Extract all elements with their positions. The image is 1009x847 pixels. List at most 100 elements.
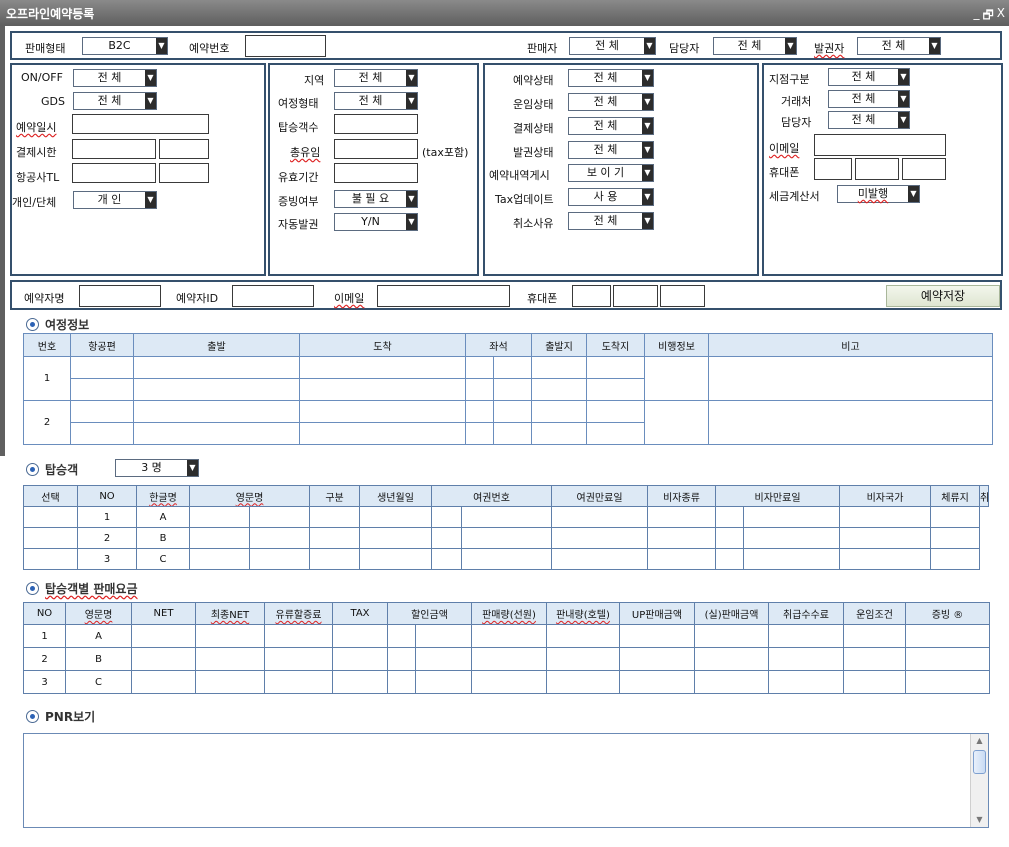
phone-part1-input[interactable] [814, 158, 852, 180]
email-input[interactable] [814, 134, 946, 156]
cancel-reason-select[interactable]: 전 체 ▼ [568, 212, 654, 230]
resv-post-label: 예약내역게시 [489, 169, 550, 182]
phone-part2-input[interactable] [855, 158, 899, 180]
table-row: 2 B [23, 527, 989, 549]
booker-email-input[interactable] [377, 285, 510, 307]
seller-label: 판매자 [527, 42, 558, 55]
booker-phone-part1-input[interactable] [572, 285, 611, 307]
pnr-scrollbar[interactable]: ▲ ▼ [970, 734, 988, 827]
airline-tl-label: 항공사TL [16, 171, 60, 184]
resv-status-select[interactable]: 전 체 ▼ [568, 69, 654, 87]
dropdown-arrow-icon: ▼ [642, 118, 653, 134]
filter-panel-3: 예약상태 전 체 ▼ 운임상태 전 체 ▼ 결제상태 전 체 ▼ 발권상태 전 체 ▼ … [483, 63, 759, 276]
pay-status-select[interactable]: 전 체 ▼ [568, 117, 654, 135]
pax-count-input[interactable] [334, 114, 418, 134]
passenger-name: A [136, 506, 190, 528]
itinerary-header-seat: 좌석 [465, 333, 532, 357]
manager-select-2[interactable]: 전 체 ▼ [828, 111, 910, 129]
pax-type-select[interactable]: 개 인 ▼ [73, 191, 157, 209]
airline-tl-date-input[interactable] [72, 163, 156, 183]
issue-status-select[interactable]: 전 체 ▼ [568, 141, 654, 159]
issuer-label: 발권자 [814, 42, 845, 55]
booker-phone-part3-input[interactable] [660, 285, 705, 307]
booker-id-input[interactable] [232, 285, 314, 307]
invoice-select[interactable]: 미발행 ▼ [837, 185, 920, 203]
dropdown-arrow-icon: ▼ [785, 38, 796, 54]
itinerary-header-remarks: 비고 [708, 333, 993, 357]
booker-name-input[interactable] [79, 285, 161, 307]
manager-select[interactable]: 전 체 ▼ [713, 37, 797, 55]
fare-name: C [65, 670, 132, 694]
passenger-no: 2 [77, 527, 137, 549]
dropdown-arrow-icon: ▼ [406, 70, 417, 86]
top-filter-bar: 판매형태 B2C ▼ 예약번호 판매자 전 체 ▼ 담당자 전 체 ▼ 발권자 전 체… [10, 31, 1002, 60]
dropdown-arrow-icon: ▼ [406, 191, 417, 207]
itinerary-header-no: 번호 [23, 333, 71, 357]
booker-phone-part2-input[interactable] [613, 285, 658, 307]
dropdown-arrow-icon: ▼ [642, 94, 653, 110]
fare-name: B [65, 647, 132, 671]
pnr-section-title: PNR보기 [26, 708, 95, 725]
scroll-thumb[interactable] [973, 750, 986, 774]
passengers-header-birth: 생년월일 [359, 485, 433, 507]
radio-bullet-icon [26, 463, 39, 476]
fuel-label: 총유임 [290, 146, 321, 159]
dropdown-arrow-icon: ▼ [898, 69, 909, 85]
airline-tl-time-input[interactable] [159, 163, 209, 183]
valid-period-input[interactable] [334, 163, 418, 183]
sale-type-select[interactable]: B2C ▼ [82, 37, 168, 55]
minimize-icon[interactable]: _ [973, 6, 979, 27]
gds-select[interactable]: 전 체 ▼ [73, 92, 157, 110]
dropdown-arrow-icon: ▼ [929, 38, 940, 54]
tax-update-select[interactable]: 사 용 ▼ [568, 188, 654, 206]
passengers-header-korean-name: 한글명 [136, 485, 190, 507]
scroll-down-icon[interactable]: ▼ [971, 813, 988, 827]
restore-icon[interactable]: 🗗 [982, 6, 993, 27]
region-select[interactable]: 전 체 ▼ [334, 69, 418, 87]
scroll-up-icon[interactable]: ▲ [971, 734, 988, 748]
save-reservation-button[interactable]: 예약저장 [886, 285, 1000, 307]
resv-no-input[interactable] [245, 35, 326, 57]
pay-deadline-date-input[interactable] [72, 139, 156, 159]
gds-label: GDS [41, 95, 65, 108]
invoice-label: 세금계산서 [769, 190, 820, 203]
itinerary-header-origin: 출발지 [531, 333, 587, 357]
dropdown-arrow-icon: ▼ [187, 460, 198, 476]
dropdown-arrow-icon: ▼ [156, 38, 167, 54]
passengers-header-visa-country: 비자국가 [839, 485, 932, 507]
table-row: 1 [23, 356, 993, 401]
manager-label: 담당자 [669, 42, 700, 55]
itinerary-header-flight-info: 비행정보 [644, 333, 709, 357]
client-label: 거래처 [781, 95, 812, 108]
radio-bullet-icon [26, 582, 39, 595]
fares-header-net: NET [131, 602, 196, 625]
client-select[interactable]: 전 체 ▼ [828, 90, 910, 108]
onoff-select[interactable]: 전 체 ▼ [73, 69, 157, 87]
resv-post-select[interactable]: 보 이 기 ▼ [568, 164, 654, 182]
proof-select[interactable]: 불 필 요 ▼ [334, 190, 418, 208]
issue-status-label: 발권상태 [513, 146, 554, 159]
passenger-count-select[interactable]: 3 명 ▼ [115, 459, 199, 477]
branch-select[interactable]: 전 체 ▼ [828, 68, 910, 86]
fare-status-select[interactable]: 전 체 ▼ [568, 93, 654, 111]
dropdown-arrow-icon: ▼ [406, 214, 417, 230]
fares-table: NO 영문명 NET 최종NET 유류할증료 TAX 할인금액 판매량(선원) … [23, 602, 990, 694]
seller-select[interactable]: 전 체 ▼ [569, 37, 656, 55]
auto-issue-select[interactable]: Y/N ▼ [334, 213, 418, 231]
fares-header-tax: TAX [332, 602, 388, 625]
pay-deadline-time-input[interactable] [159, 139, 209, 159]
fuel-input[interactable] [334, 139, 418, 159]
dropdown-arrow-icon: ▼ [145, 192, 156, 208]
passengers-header-type: 구분 [309, 485, 361, 507]
issuer-select[interactable]: 전 체 ▼ [857, 37, 941, 55]
dropdown-arrow-icon: ▼ [642, 189, 653, 205]
trip-type-label: 여정형태 [278, 97, 319, 110]
pnr-textarea[interactable]: ▲ ▼ [23, 733, 989, 828]
resv-date-input[interactable] [72, 114, 209, 134]
passengers-header-no: NO [77, 485, 137, 507]
email-label: 이메일 [769, 142, 800, 155]
trip-type-select[interactable]: 전 체 ▼ [334, 92, 418, 110]
phone-part3-input[interactable] [902, 158, 946, 180]
fares-header-sale-amount-1: 판매량(선원) [471, 602, 547, 625]
close-icon[interactable]: X [997, 6, 1005, 27]
